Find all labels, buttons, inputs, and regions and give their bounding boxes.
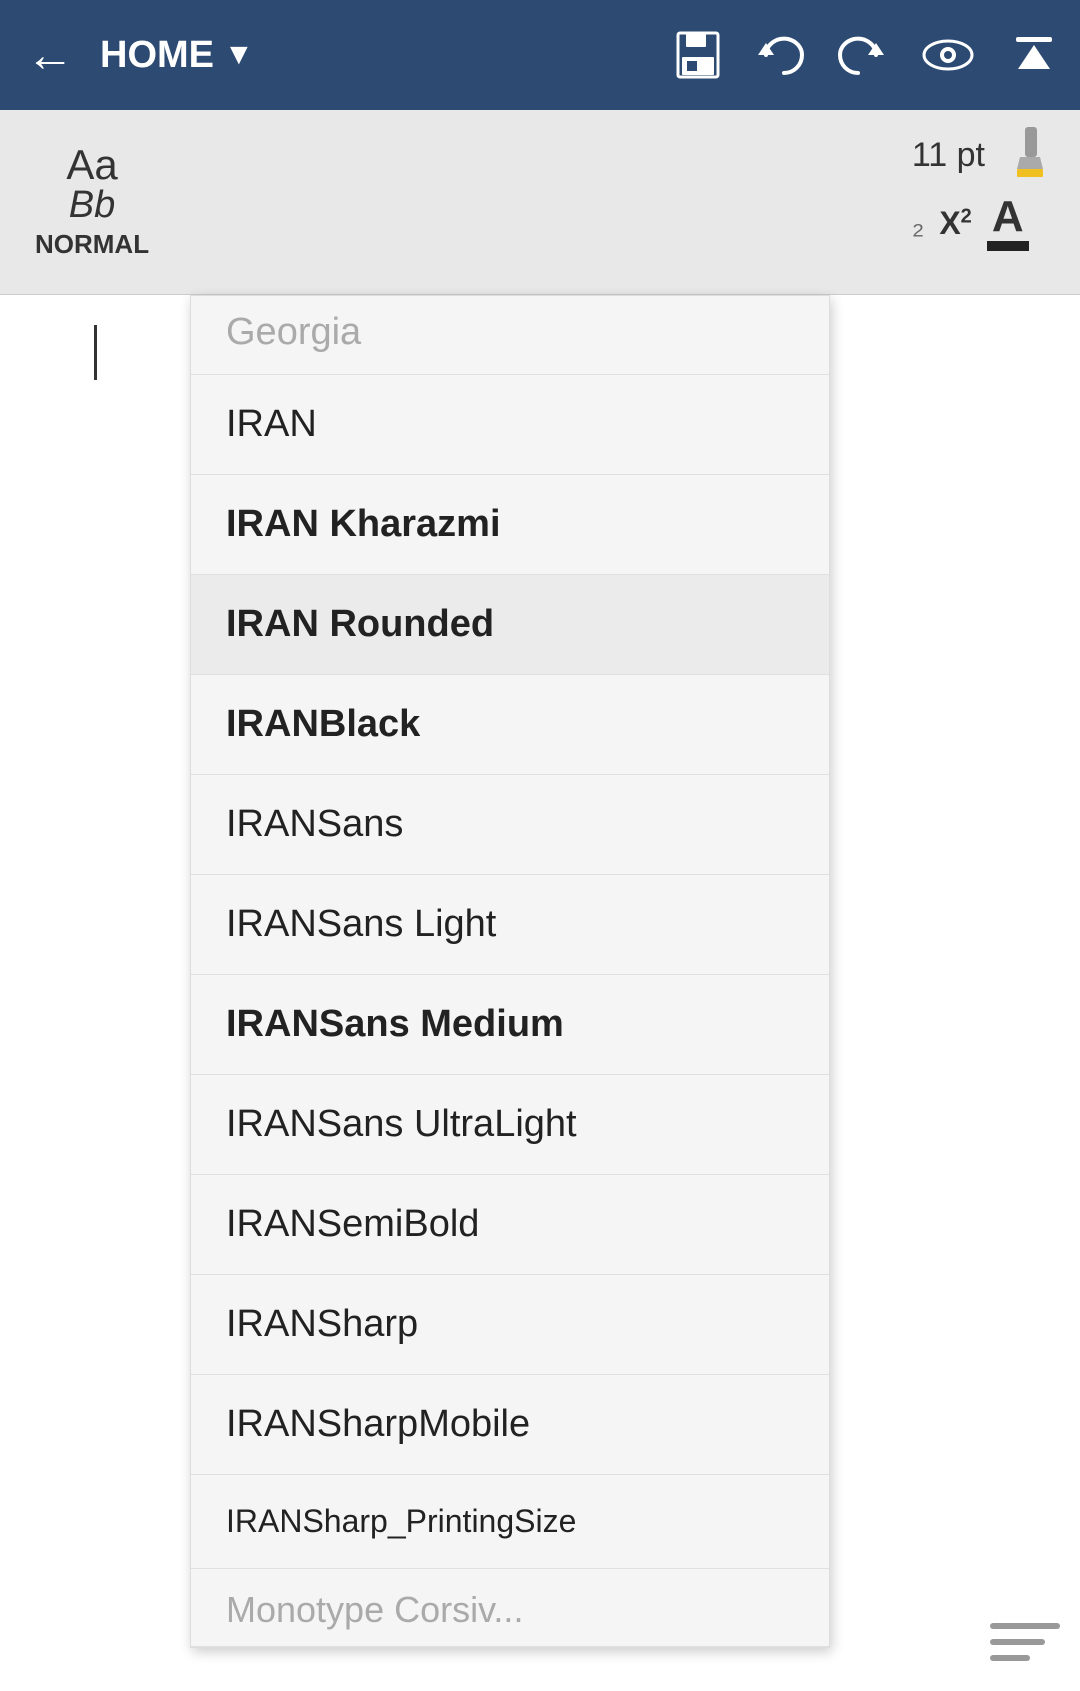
formatting-toolbar: Aa Bb NORMAL 11 pt ₂ X2 A (0, 110, 1080, 295)
font-item-georgia[interactable]: Georgia (191, 296, 829, 375)
scroll-top-button[interactable] (1008, 29, 1060, 81)
font-style-aa: Aa (66, 144, 117, 186)
text-editing-area[interactable] (0, 295, 190, 1691)
text-cursor (94, 325, 97, 380)
home-label: HOME (100, 34, 214, 77)
menu-line-3 (990, 1655, 1030, 1661)
font-color-bar (987, 241, 1029, 251)
font-item-iran-kharazmi[interactable]: IRAN Kharazmi (191, 475, 829, 575)
bottom-right-menu[interactable] (990, 1623, 1060, 1661)
subscript-button[interactable]: ₂ (912, 205, 924, 242)
top-navigation: ← HOME ▼ (0, 0, 1080, 110)
font-item-iran-semi-bold[interactable]: IRANSemiBold (191, 1175, 829, 1275)
font-style-bb: Bb (69, 186, 115, 224)
undo-button[interactable] (754, 29, 806, 81)
toolbar-right-controls: 11 pt ₂ X2 A (912, 125, 1060, 251)
font-item-iran[interactable]: IRAN (191, 375, 829, 475)
font-style-normal: NORMAL (35, 229, 149, 260)
highlighter-button[interactable] (1000, 125, 1060, 185)
menu-line-1 (990, 1623, 1060, 1629)
redo-button[interactable] (836, 29, 888, 81)
main-content-area: Georgia IRAN IRAN Kharazmi IRAN Rounded … (0, 295, 1080, 1691)
font-item-iran-sharp-printing[interactable]: IRANSharp_PrintingSize (191, 1475, 829, 1569)
font-item-iran-rounded[interactable]: IRAN Rounded (191, 575, 829, 675)
font-item-iran-sharp-mobile[interactable]: IRANSharpMobile (191, 1375, 829, 1475)
font-item-iran-sharp[interactable]: IRANSharp (191, 1275, 829, 1375)
font-item-iran-sans-ultralight[interactable]: IRANSans UltraLight (191, 1075, 829, 1175)
font-color-button[interactable]: A (987, 195, 1029, 251)
back-button[interactable]: ← (20, 28, 80, 83)
font-item-iran-sans[interactable]: IRANSans (191, 775, 829, 875)
nav-icons-group (672, 29, 1060, 81)
font-style-selector[interactable]: Aa Bb NORMAL (20, 134, 164, 270)
font-item-iran-sans-light[interactable]: IRANSans Light (191, 875, 829, 975)
font-item-iran-black[interactable]: IRANBlack (191, 675, 829, 775)
font-item-iran-sans-medium[interactable]: IRANSans Medium (191, 975, 829, 1075)
toolbar-top-row: 11 pt (912, 125, 1060, 185)
toolbar-bottom-row: ₂ X2 A (912, 195, 1060, 251)
menu-lines-icon (990, 1623, 1060, 1661)
font-item-monotype[interactable]: Monotype Corsiv... (191, 1569, 829, 1647)
superscript-button[interactable]: X2 (939, 205, 971, 242)
font-dropdown: Georgia IRAN IRAN Kharazmi IRAN Rounded … (190, 295, 830, 1648)
font-size-display[interactable]: 11 pt (912, 136, 985, 175)
save-button[interactable] (672, 29, 724, 81)
menu-line-2 (990, 1639, 1045, 1645)
home-menu[interactable]: HOME ▼ (100, 34, 254, 77)
eye-button[interactable] (918, 29, 978, 81)
home-chevron-icon: ▼ (224, 38, 254, 72)
